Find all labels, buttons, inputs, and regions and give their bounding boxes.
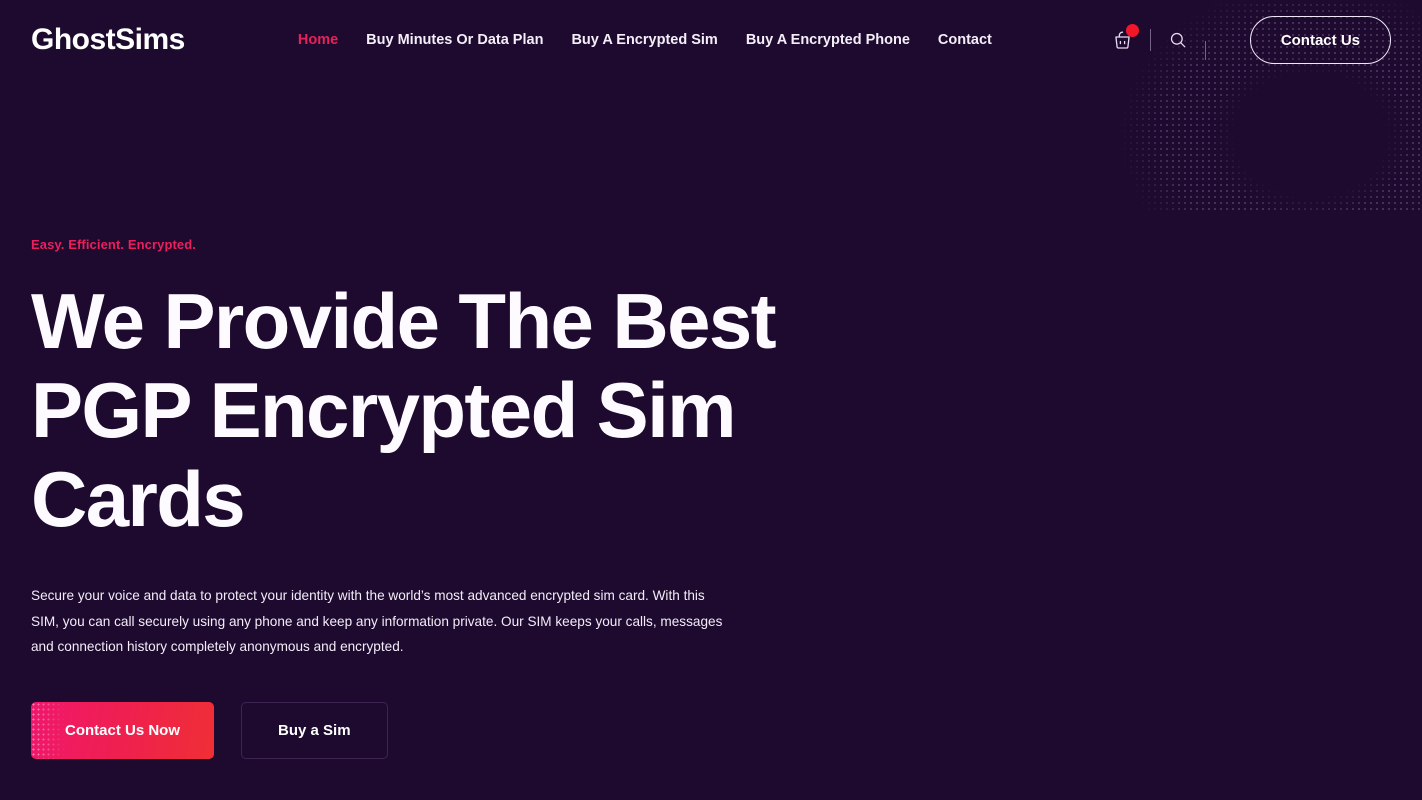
contact-us-now-label: Contact Us Now bbox=[65, 721, 181, 739]
contact-us-now-button[interactable]: Contact Us Now bbox=[31, 701, 215, 759]
header-actions: Contact Us bbox=[1108, 16, 1391, 64]
nav-item-buy-a-encrypted-phone[interactable]: Buy A Encrypted Phone bbox=[746, 32, 910, 48]
nav-item-buy-a-encrypted-sim[interactable]: Buy A Encrypted Sim bbox=[571, 32, 717, 48]
page-title: We Provide The Best PGP Encrypted Sim Ca… bbox=[31, 277, 777, 543]
buy-a-sim-button[interactable]: Buy a Sim bbox=[241, 701, 388, 759]
nav-item-home[interactable]: Home bbox=[298, 32, 338, 48]
hero-description: Secure your voice and data to protect yo… bbox=[31, 588, 723, 654]
search-icon bbox=[1170, 32, 1186, 48]
main-navigation: Home Buy Minutes Or Data Plan Buy A Encr… bbox=[298, 32, 992, 48]
contact-us-button[interactable]: Contact Us bbox=[1249, 16, 1391, 64]
cart-button[interactable] bbox=[1108, 24, 1139, 56]
site-header: GhostSims Home Buy Minutes Or Data Plan … bbox=[0, 0, 1422, 80]
header-divider-1 bbox=[1149, 29, 1151, 51]
site-logo[interactable]: GhostSims bbox=[31, 23, 185, 57]
hero-section: Easy. Efficient. Encrypted. We Provide T… bbox=[0, 237, 1422, 759]
header-divider-2 bbox=[1204, 40, 1206, 60]
nav-item-buy-minutes-or-data-plan[interactable]: Buy Minutes Or Data Plan bbox=[366, 32, 543, 48]
cart-count-badge bbox=[1125, 24, 1139, 37]
hero-eyebrow: Easy. Efficient. Encrypted. bbox=[31, 237, 197, 252]
hero-cta-row: Contact Us Now Buy a Sim bbox=[31, 701, 1391, 759]
search-button[interactable] bbox=[1163, 24, 1193, 56]
nav-item-contact[interactable]: Contact bbox=[938, 32, 992, 48]
